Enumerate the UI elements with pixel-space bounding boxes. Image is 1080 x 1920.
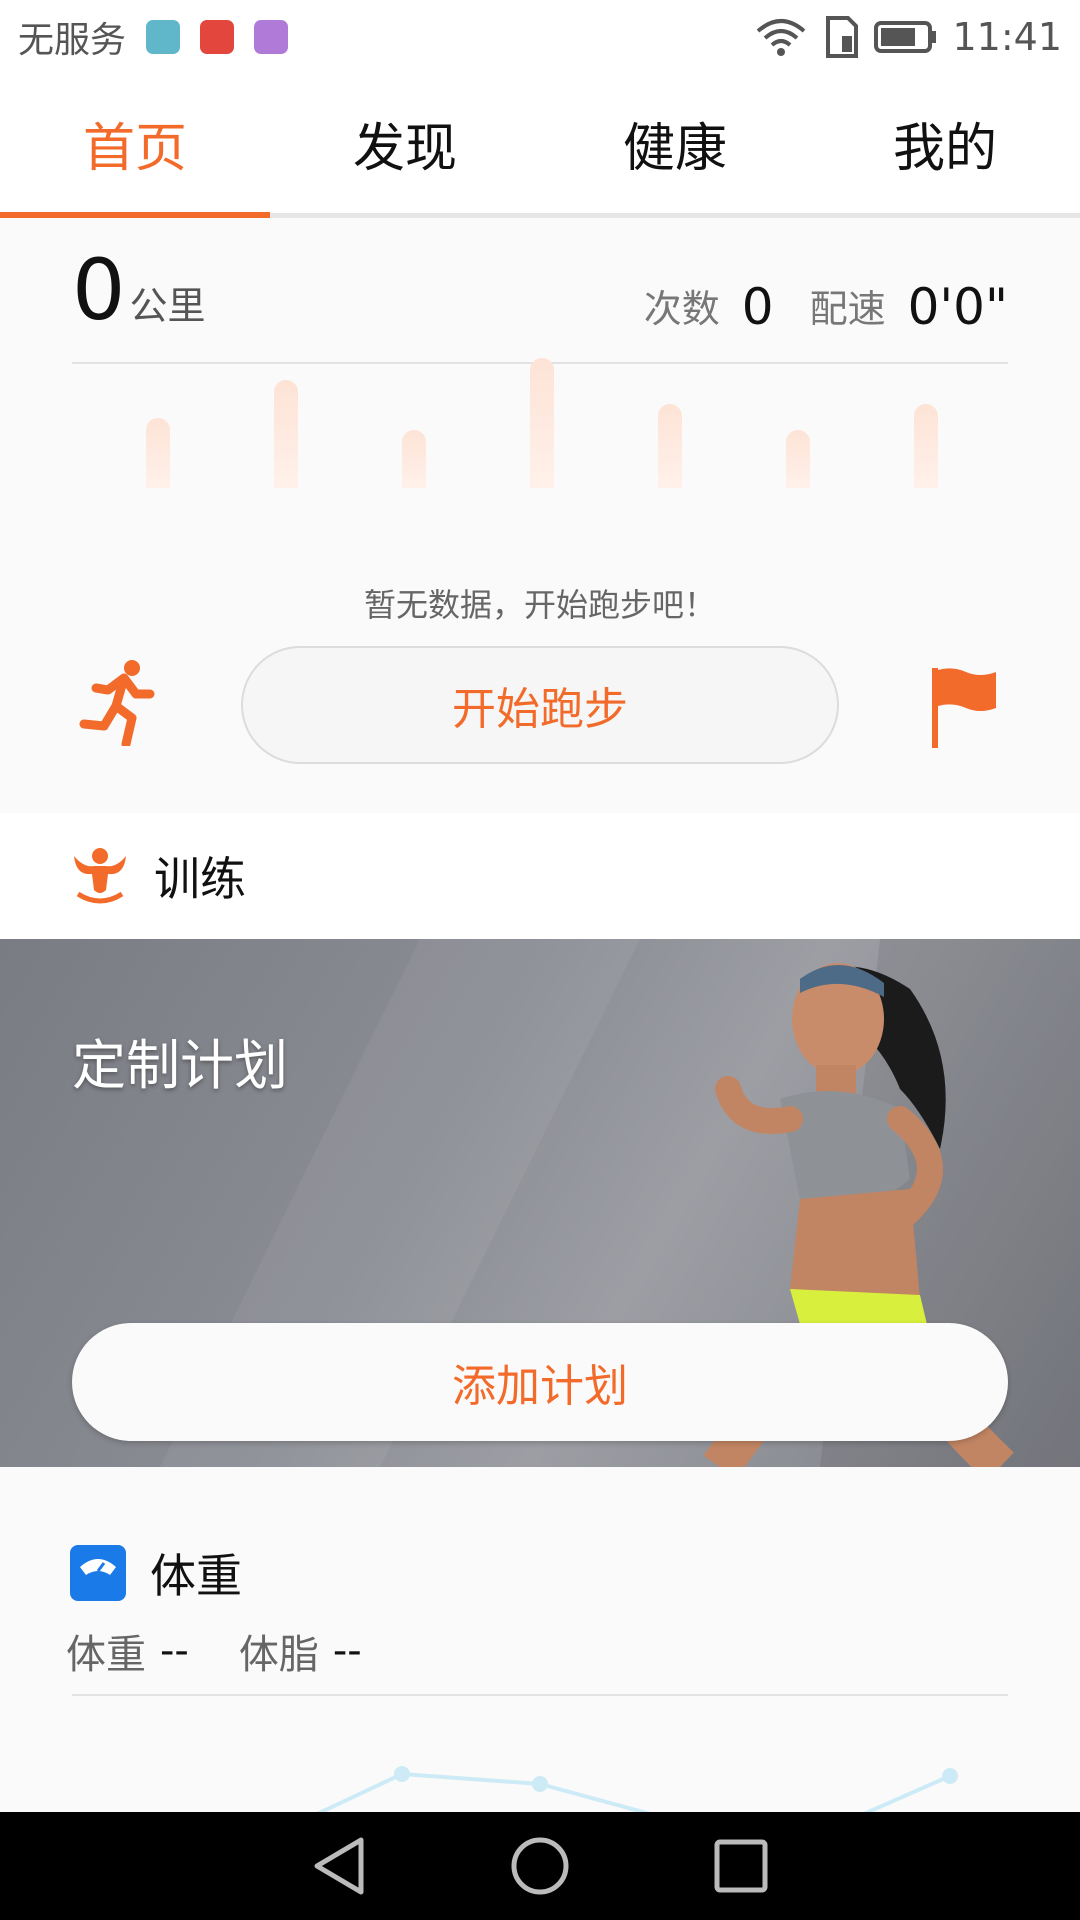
scale-icon <box>70 1545 126 1601</box>
empty-data-tip: 暂无数据，开始跑步吧！ <box>363 586 716 624</box>
training-title: 训练 <box>154 852 246 906</box>
keyboard-app-icon <box>254 20 289 54</box>
custom-plan-banner[interactable]: 定制计划 添加计划 <box>0 939 1080 1467</box>
clock: 11:41 <box>952 15 1062 59</box>
distance-value: 0 <box>72 241 126 339</box>
weight-card[interactable]: 体重 体重 -- 体脂 -- <box>0 1492 1080 1832</box>
count-label: 次数 <box>643 287 720 331</box>
top-tab-bar: 首页 发现 健康 我的 <box>0 74 1080 218</box>
distance-display: 0 公里 <box>72 248 205 332</box>
banner-title: 定制计划 <box>72 1034 288 1097</box>
back-icon[interactable] <box>311 1836 367 1896</box>
huawei-app-icon <box>200 20 235 54</box>
chart-bar <box>402 430 426 488</box>
pace-value: 0'0" <box>907 278 1008 336</box>
weight-label: 体重 <box>66 1632 146 1678</box>
weight-title: 体重 <box>150 1549 242 1603</box>
sim-card-icon <box>826 16 859 58</box>
add-plan-button[interactable]: 添加计划 <box>72 1323 1008 1441</box>
chart-bar <box>274 380 298 488</box>
divider <box>72 1694 1008 1696</box>
tab-discover[interactable]: 发现 <box>270 74 540 213</box>
weekly-chart-placeholder <box>0 338 1080 488</box>
chart-bar <box>530 358 554 488</box>
muscle-icon <box>74 848 126 904</box>
battery-icon <box>874 21 937 53</box>
gallery-app-icon <box>146 20 181 54</box>
tab-health[interactable]: 健康 <box>540 74 810 213</box>
flag-icon[interactable] <box>930 664 1000 750</box>
tab-home[interactable]: 首页 <box>0 74 270 218</box>
tab-mine[interactable]: 我的 <box>810 74 1080 213</box>
recents-icon[interactable] <box>713 1838 769 1894</box>
pace-label: 配速 <box>809 287 886 331</box>
status-bar: 无服务 11:41 <box>0 0 1080 74</box>
training-card: 训练 定制计划 添加计划 <box>0 813 1080 1467</box>
start-running-button[interactable]: 开始跑步 <box>241 646 839 764</box>
wifi-icon <box>757 19 806 56</box>
count-value: 0 <box>741 278 774 336</box>
weight-header: 体重 <box>70 1540 242 1606</box>
system-nav-bar <box>0 1812 1080 1920</box>
chart-bar <box>658 404 682 488</box>
home-icon[interactable] <box>510 1836 570 1896</box>
chart-bar <box>914 404 938 488</box>
carrier-label: 无服务 <box>18 20 127 61</box>
body-fat-value: -- <box>332 1628 362 1674</box>
chart-bar <box>786 430 810 488</box>
weight-stats: 体重 -- 体脂 -- <box>66 1622 412 1680</box>
running-card[interactable]: 0 公里 次数 0 配速 0'0" 暂无数据，开始跑步吧！ 开始跑步 <box>0 218 1080 788</box>
body-fat-label: 体脂 <box>238 1632 319 1678</box>
app-screen: 无服务 11:41 首页 发现 健康 我的 0 公里 次数 0 配速 0'0" … <box>0 0 1080 1920</box>
weight-value: -- <box>160 1628 189 1674</box>
distance-unit: 公里 <box>129 284 206 328</box>
chart-bar <box>146 418 170 488</box>
runner-icon[interactable] <box>78 660 158 746</box>
run-stats: 次数 0 配速 0'0" <box>644 278 1008 333</box>
run-action-row: 开始跑步 <box>0 646 1080 766</box>
training-header: 训练 <box>70 843 246 909</box>
